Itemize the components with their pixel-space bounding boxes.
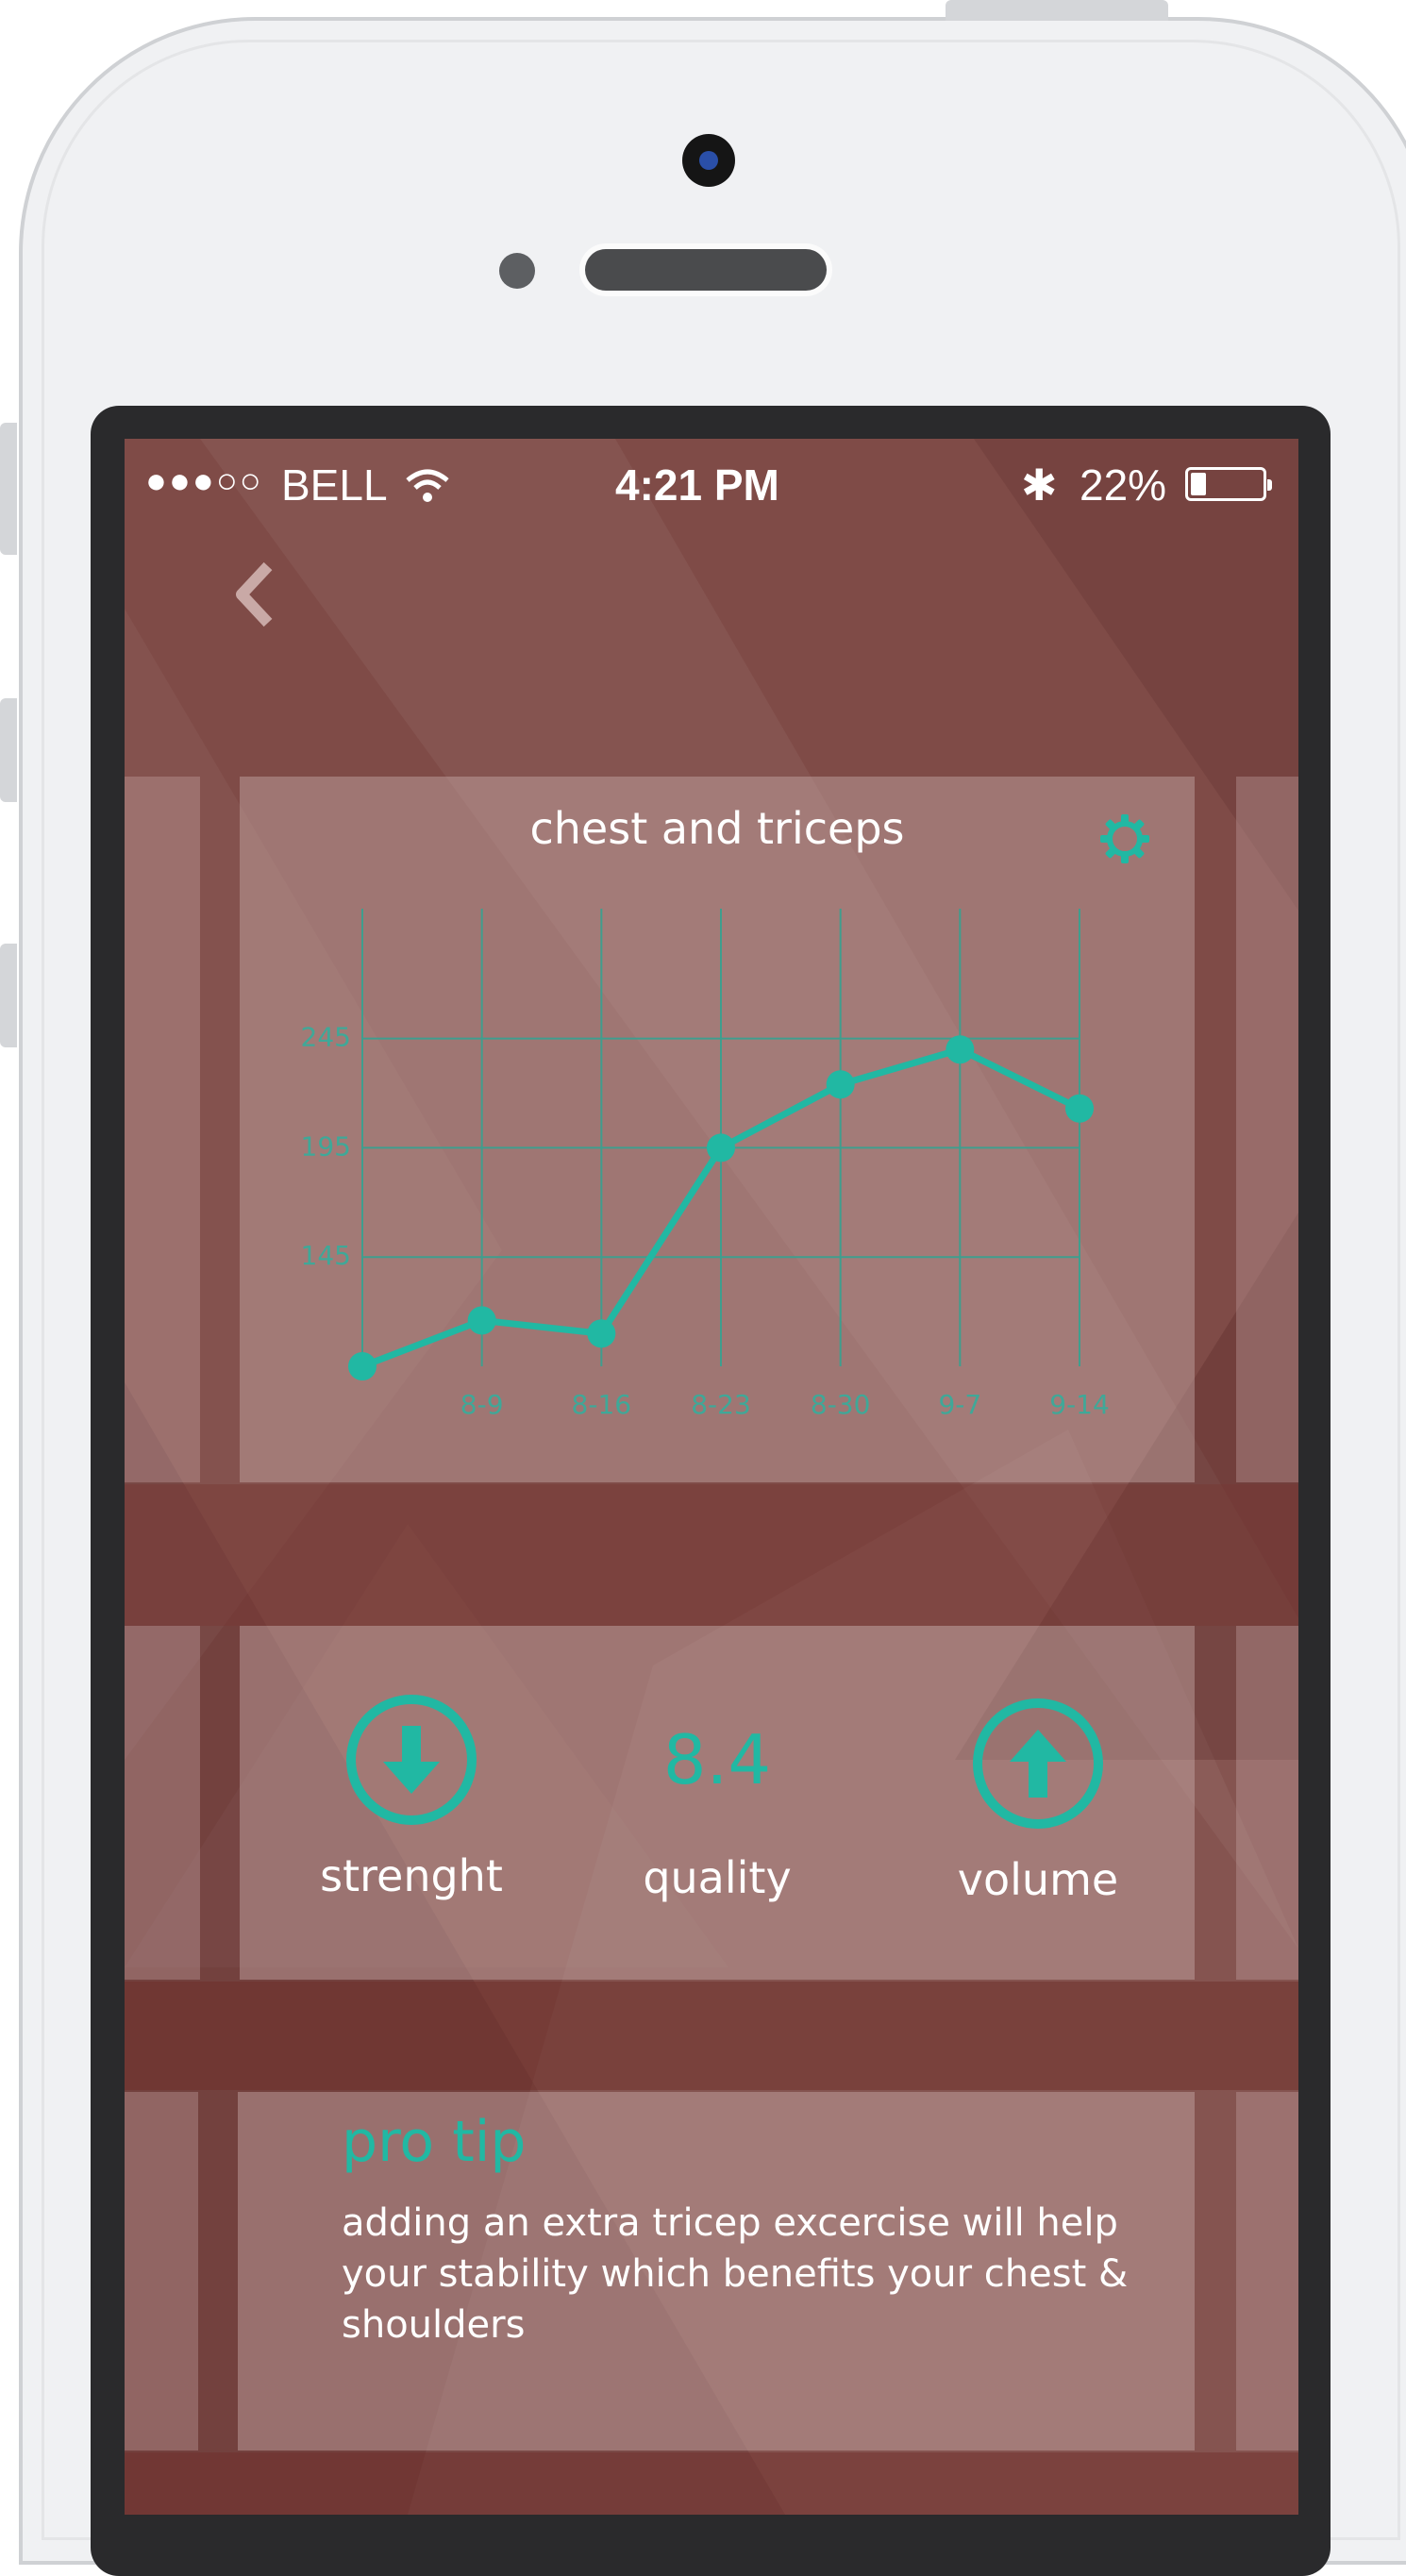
data-point: [348, 1352, 377, 1380]
pro-tip-line: your stability which benefits your chest…: [342, 2252, 1129, 2296]
bottom-band: [125, 2452, 1298, 2515]
battery-icon: [1185, 467, 1272, 501]
x-tick-label: 8-30: [811, 1389, 871, 1420]
data-point: [826, 1070, 855, 1099]
clock-time: 4:21 PM: [615, 460, 779, 510]
signal-strength: ●●●○○: [145, 461, 263, 501]
x-tick-label: 9-7: [938, 1389, 981, 1420]
wifi-icon: [406, 469, 449, 502]
power-button: [946, 0, 1168, 21]
metrics-card: strenght 8.4 quality volume: [240, 1626, 1195, 1980]
quality-value: 8.4: [662, 1720, 772, 1799]
battery-level: [1191, 473, 1207, 495]
pro-tip-card: pro tip adding an extra tricep excercise…: [238, 2092, 1195, 2451]
pro-tip-title: pro tip: [342, 2109, 527, 2175]
app-screen: ●●●○○ BELL 4:21 PM ✱ 22% chest and trice…: [125, 439, 1298, 2515]
pro-tip-line: shoulders: [342, 2303, 526, 2347]
y-tick-label: 195: [301, 1130, 351, 1162]
battery-percent: 22%: [1080, 460, 1167, 510]
earpiece-speaker: [585, 249, 827, 291]
bluetooth-icon: ✱: [1021, 460, 1058, 510]
data-point: [707, 1133, 735, 1163]
prev-metrics-peek: [125, 1626, 200, 1980]
data-point: [467, 1306, 496, 1335]
arrow-down-circle-icon[interactable]: [343, 1692, 479, 1828]
chart-card[interactable]: chest and triceps 245 195 145 8-9 8-16 8-23 8-…: [240, 777, 1195, 1482]
volume-down-button: [0, 944, 17, 1047]
prev-card-peek: [125, 777, 200, 1482]
data-point: [946, 1035, 975, 1064]
x-tick-label: 8-16: [572, 1389, 632, 1420]
next-card-peek: [1236, 777, 1298, 1482]
line-chart: 245 195 145 8-9 8-16 8-23 8-30 9-7 9-14: [301, 909, 1110, 1420]
proximity-sensor: [499, 253, 535, 289]
x-tick-label: 8-9: [460, 1389, 504, 1420]
divider-band: [125, 1484, 1298, 1626]
pro-tip-text: adding an extra tricep excercise will he…: [342, 2198, 1134, 2350]
data-point: [587, 1319, 616, 1348]
strength-label: strenght: [320, 1850, 503, 1901]
status-bar: ●●●○○ BELL 4:21 PM ✱ 22%: [125, 439, 1298, 533]
carrier-name: BELL: [281, 460, 388, 510]
pro-tip-line: adding an extra tricep excercise will he…: [342, 2201, 1118, 2245]
next-tip-peek: [1236, 2092, 1298, 2451]
prev-tip-peek: [125, 2092, 198, 2451]
divider-band-2: [125, 1982, 1298, 2090]
next-metrics-peek: [1236, 1626, 1298, 1980]
volume-label: volume: [957, 1854, 1119, 1905]
x-tick-label: 9-14: [1049, 1389, 1110, 1420]
front-camera: [682, 134, 735, 187]
data-point: [1065, 1094, 1094, 1123]
y-tick-label: 245: [301, 1022, 351, 1053]
y-tick-label: 145: [301, 1240, 351, 1271]
chevron-left-icon[interactable]: [226, 557, 283, 632]
x-tick-label: 8-23: [691, 1389, 751, 1420]
volume-up-button: [0, 698, 17, 802]
arrow-up-circle-icon[interactable]: [970, 1696, 1106, 1832]
mute-switch: [0, 423, 17, 555]
quality-label: quality: [643, 1852, 792, 1903]
